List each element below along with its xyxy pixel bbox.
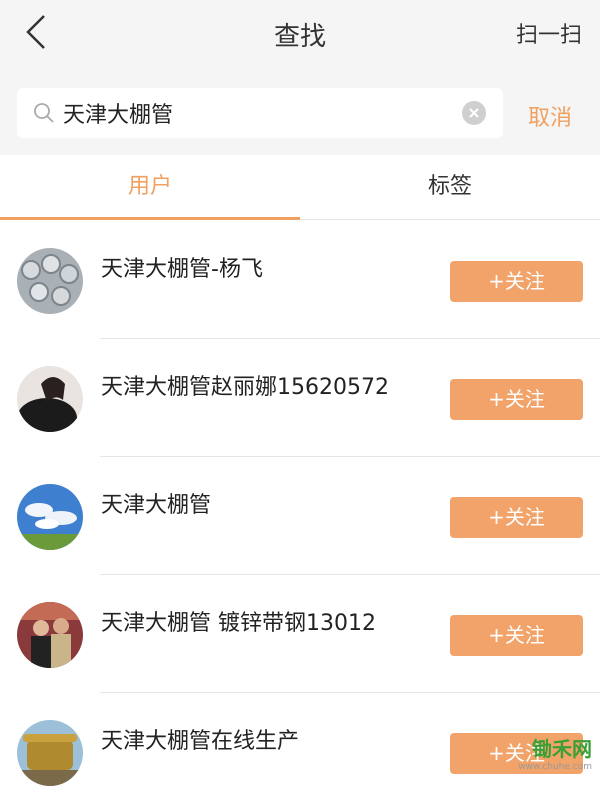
page-title: 查找 (0, 16, 600, 53)
follow-button[interactable]: +关注 (450, 615, 583, 656)
user-name: 天津大棚管 镀锌带钢13012 (101, 605, 376, 637)
list-item[interactable]: 天津大棚管 +关注 (0, 457, 600, 575)
watermark-url: www.chuhe.com (518, 762, 592, 772)
avatar (17, 720, 83, 786)
search-box[interactable] (17, 88, 503, 138)
list-item[interactable]: 天津大棚管在线生产 +关注 (0, 693, 600, 811)
follow-button[interactable]: +关注 (450, 497, 583, 538)
user-name: 天津大棚管赵丽娜15620572 (101, 369, 389, 401)
avatar (17, 248, 83, 314)
cancel-button[interactable]: 取消 (528, 100, 572, 132)
results-list: 天津大棚管-杨飞 +关注 天津大棚管赵丽娜15620572 +关注 (0, 221, 600, 811)
tab-users[interactable]: 用户 (0, 155, 300, 220)
user-name: 天津大棚管-杨飞 (101, 251, 263, 283)
list-item[interactable]: 天津大棚管-杨飞 +关注 (0, 221, 600, 339)
avatar (17, 366, 83, 432)
avatar (17, 484, 83, 550)
list-item[interactable]: 天津大棚管 镀锌带钢13012 +关注 (0, 575, 600, 693)
active-tab-indicator (0, 217, 300, 220)
avatar (17, 602, 83, 668)
search-icon (33, 102, 55, 124)
search-input[interactable] (63, 98, 453, 128)
top-header: 查找 扫一扫 取消 (0, 0, 600, 155)
scan-button[interactable]: 扫一扫 (516, 17, 582, 49)
watermark: 锄禾网 www.chuhe.com (518, 733, 592, 772)
user-name: 天津大棚管 (101, 487, 211, 519)
follow-button[interactable]: +关注 (450, 379, 583, 420)
tab-tags[interactable]: 标签 (300, 155, 600, 220)
list-item[interactable]: 天津大棚管赵丽娜15620572 +关注 (0, 339, 600, 457)
watermark-text: 锄禾网 (518, 733, 592, 762)
user-name: 天津大棚管在线生产 (101, 723, 299, 755)
follow-button[interactable]: +关注 (450, 261, 583, 302)
clear-icon[interactable] (462, 101, 486, 125)
tab-bar: 用户 标签 (0, 155, 600, 220)
